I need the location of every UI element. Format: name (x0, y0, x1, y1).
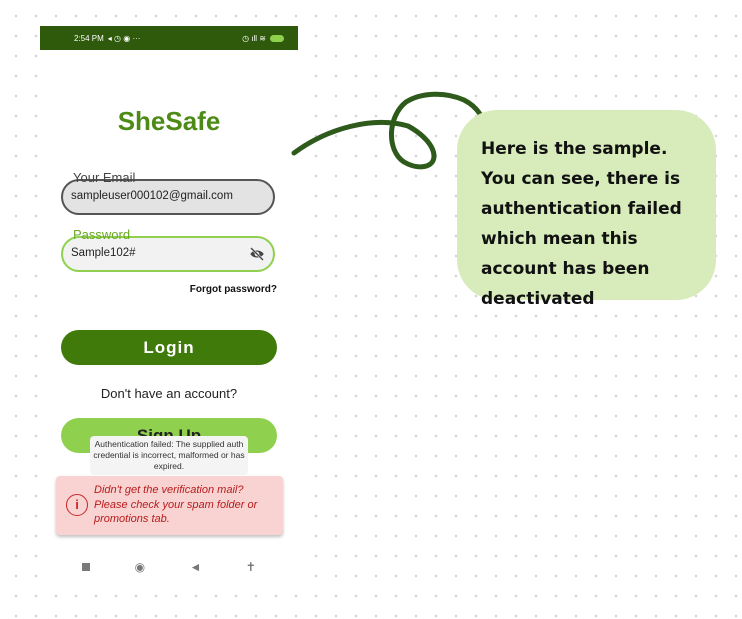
annotation-bubble: Here is the sample. You can see, there i… (457, 110, 716, 309)
email-value[interactable]: sampleuser000102@gmail.com (71, 190, 233, 202)
home-button[interactable]: ◉ (135, 560, 145, 574)
accessibility-button[interactable]: ✝ (246, 560, 256, 574)
system-icons: ◷ ıll ≋ (242, 33, 266, 43)
auth-failed-toast: Authentication failed: The supplied auth… (90, 436, 248, 475)
app-title: SheSafe (117, 106, 221, 136)
no-account-text: Don't have an account? (100, 386, 238, 401)
annotation-text: Here is the sample. You can see, there i… (481, 139, 682, 309)
status-time: 2:54 PM (74, 33, 104, 43)
status-right: ◷ ıll ≋ (242, 34, 284, 43)
email-field[interactable]: Your Email sampleuser000102@gmail.com (61, 171, 275, 215)
password-field[interactable]: Password Sample102# (61, 228, 275, 272)
status-bar: 2:54 PM ◂ ◷ ◉ ··· ◷ ıll ≋ (40, 26, 298, 50)
password-label: Password (73, 227, 131, 242)
visibility-off-icon[interactable] (249, 247, 265, 261)
login-button[interactable]: Login (61, 330, 277, 365)
email-label: Your Email (73, 170, 136, 185)
info-icon: i (66, 494, 88, 516)
navigation-bar: ◉ ◄ ✝ (40, 554, 298, 580)
phone-screen: 2:54 PM ◂ ◷ ◉ ··· ◷ ıll ≋ SheSafe Your E… (40, 26, 298, 586)
verification-alert: i Didn't get the verification mail? Plea… (56, 476, 283, 535)
password-value[interactable]: Sample102# (71, 247, 136, 259)
status-left: 2:54 PM ◂ ◷ ◉ ··· (74, 34, 140, 43)
recents-button[interactable] (82, 563, 91, 571)
back-button[interactable]: ◄ (189, 560, 201, 574)
battery-icon (270, 34, 284, 42)
forgot-password-link[interactable]: Forgot password? (190, 284, 277, 295)
alert-message: Didn't get the verification mail? Please… (94, 484, 258, 525)
notification-icons: ◂ ◷ ◉ ··· (107, 33, 141, 43)
